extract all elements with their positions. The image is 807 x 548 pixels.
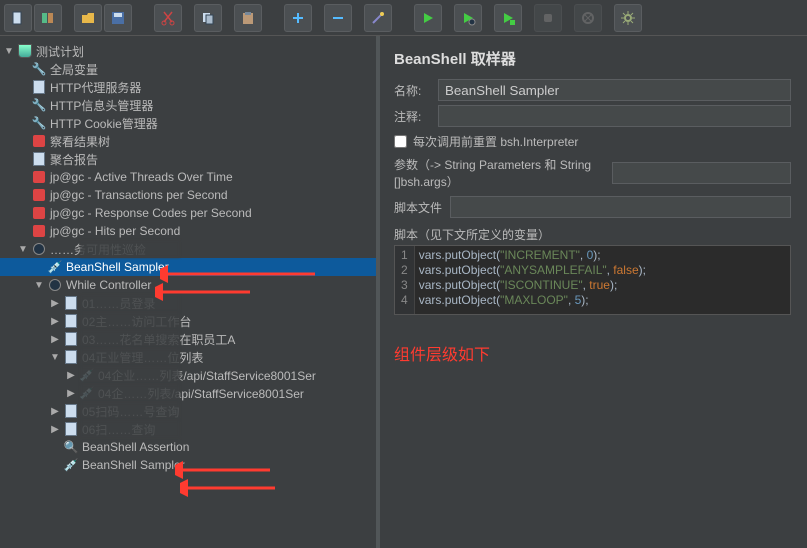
tree-item-label: BeanShell Assertion bbox=[82, 440, 189, 454]
tree-item-label: 04企业……列表/api/StaffService8001Ser bbox=[98, 367, 316, 384]
tree-item[interactable]: jp@gc - Active Threads Over Time bbox=[0, 168, 376, 186]
name-input[interactable] bbox=[438, 79, 791, 101]
toolbar-run-noTimer[interactable] bbox=[454, 4, 482, 32]
detail-panel: BeanShell 取样器 名称: 注释: 每次调用前重置 bsh.Interp… bbox=[380, 36, 807, 548]
tree-item-label: While Controller bbox=[66, 278, 151, 292]
tree-item[interactable]: ▼04正业管理……位列表 bbox=[0, 348, 376, 366]
toolbar-shutdown[interactable] bbox=[574, 4, 602, 32]
toolbar-wand[interactable] bbox=[364, 4, 392, 32]
tree-item[interactable]: ▶05扫码……号查询 bbox=[0, 402, 376, 420]
script-label: 脚本（见下文所定义的变量） bbox=[394, 226, 807, 243]
name-label: 名称: bbox=[394, 82, 438, 99]
tree-item[interactable]: ▼……务可用性巡检 bbox=[0, 240, 376, 258]
tree-item[interactable]: 💉BeanShell Sampler bbox=[0, 456, 376, 474]
tree-item-label: 聚合报告 bbox=[50, 151, 98, 168]
tree-item-label: BeanShell Sampler bbox=[82, 458, 185, 472]
tree-item-label: ……务可用性巡检 bbox=[50, 241, 146, 258]
tree-item-label: 01……员登录 bbox=[82, 295, 155, 312]
tree-item-label: HTTP信息头管理器 bbox=[50, 97, 153, 114]
tree-item[interactable]: ▼While Controller bbox=[0, 276, 376, 294]
tree-item-label: 全局变量 bbox=[50, 61, 98, 78]
panel-title: BeanShell 取样器 bbox=[394, 48, 807, 69]
tree-item-label: 察看结果树 bbox=[50, 133, 110, 150]
tree-item[interactable]: 🔧全局变量 bbox=[0, 60, 376, 78]
tree-item[interactable]: ▶06扫……查询 bbox=[0, 420, 376, 438]
tree-item[interactable]: 🔍BeanShell Assertion bbox=[0, 438, 376, 456]
tree-item[interactable]: 聚合报告 bbox=[0, 150, 376, 168]
toolbar-run[interactable] bbox=[414, 4, 442, 32]
toolbar-stop[interactable] bbox=[534, 4, 562, 32]
tree-item-label: jp@gc - Transactions per Second bbox=[50, 188, 228, 202]
tree-item-label: 04企……列表/api/StaffService8001Ser bbox=[98, 385, 304, 402]
tree-item[interactable]: 🔧HTTP信息头管理器 bbox=[0, 96, 376, 114]
comment-input[interactable] bbox=[438, 105, 791, 127]
toolbar-run-green[interactable] bbox=[494, 4, 522, 32]
tree-item-label: 03……花名单搜索在职员工A bbox=[82, 331, 235, 348]
tree-item-label: 05扫码……号查询 bbox=[82, 403, 179, 420]
toolbar-paste[interactable] bbox=[234, 4, 262, 32]
tree-item[interactable]: ▶01……员登录 bbox=[0, 294, 376, 312]
toolbar-new[interactable] bbox=[4, 4, 32, 32]
tree-item[interactable]: ▶03……花名单搜索在职员工A bbox=[0, 330, 376, 348]
tree-item-label: 06扫……查询 bbox=[82, 421, 155, 438]
tree-item[interactable]: HTTP代理服务器 bbox=[0, 78, 376, 96]
tree-item[interactable]: 察看结果树 bbox=[0, 132, 376, 150]
toolbar-templates[interactable] bbox=[34, 4, 62, 32]
tree-item-label: jp@gc - Active Threads Over Time bbox=[50, 170, 233, 184]
tree-item[interactable]: 🔧HTTP Cookie管理器 bbox=[0, 114, 376, 132]
script-editor[interactable]: 1234 vars.putObject("INCREMENT", 0);vars… bbox=[394, 245, 791, 315]
tree-item[interactable]: ▶💉04企业……列表/api/StaffService8001Ser bbox=[0, 366, 376, 384]
tree-item-label: 02主……访问工作台 bbox=[82, 313, 191, 330]
reset-checkbox[interactable] bbox=[394, 135, 407, 148]
toolbar-add[interactable] bbox=[284, 4, 312, 32]
reset-label: 每次调用前重置 bsh.Interpreter bbox=[413, 133, 578, 150]
params-input[interactable] bbox=[612, 162, 791, 184]
scriptfile-input[interactable] bbox=[450, 196, 791, 218]
tree-item-label: HTTP代理服务器 bbox=[50, 79, 141, 96]
tree-item[interactable]: ▶02主……访问工作台 bbox=[0, 312, 376, 330]
comment-label: 注释: bbox=[394, 108, 438, 125]
tree-root[interactable]: ▼测试计划 bbox=[0, 42, 376, 60]
tree-item-label: jp@gc - Hits per Second bbox=[50, 224, 180, 238]
tree-item[interactable]: jp@gc - Transactions per Second bbox=[0, 186, 376, 204]
toolbar-gear[interactable] bbox=[614, 4, 642, 32]
tree-item-label: 04正业管理……位列表 bbox=[82, 349, 203, 366]
tree-panel: ▼测试计划🔧全局变量HTTP代理服务器🔧HTTP信息头管理器🔧HTTP Cook… bbox=[0, 36, 380, 548]
tree-item[interactable]: ▶💉04企……列表/api/StaffService8001Ser bbox=[0, 384, 376, 402]
tree-item-label: BeanShell Sampler bbox=[66, 260, 169, 274]
toolbar-copy[interactable] bbox=[194, 4, 222, 32]
toolbar-remove[interactable] bbox=[324, 4, 352, 32]
tree-item[interactable]: jp@gc - Hits per Second bbox=[0, 222, 376, 240]
toolbar-save[interactable] bbox=[104, 4, 132, 32]
params-label: 参数（-> String Parameters 和 String []bsh.a… bbox=[394, 156, 604, 190]
toolbar-cut[interactable] bbox=[154, 4, 182, 32]
toolbar bbox=[0, 0, 807, 36]
tree-item[interactable]: jp@gc - Response Codes per Second bbox=[0, 204, 376, 222]
tree-item-label: jp@gc - Response Codes per Second bbox=[50, 206, 252, 220]
annotation-text: 组件层级如下 bbox=[394, 341, 807, 365]
tree-item-label: HTTP Cookie管理器 bbox=[50, 115, 158, 132]
toolbar-open[interactable] bbox=[74, 4, 102, 32]
scriptfile-label: 脚本文件 bbox=[394, 199, 442, 216]
tree-item[interactable]: 💉BeanShell Sampler bbox=[0, 258, 376, 276]
